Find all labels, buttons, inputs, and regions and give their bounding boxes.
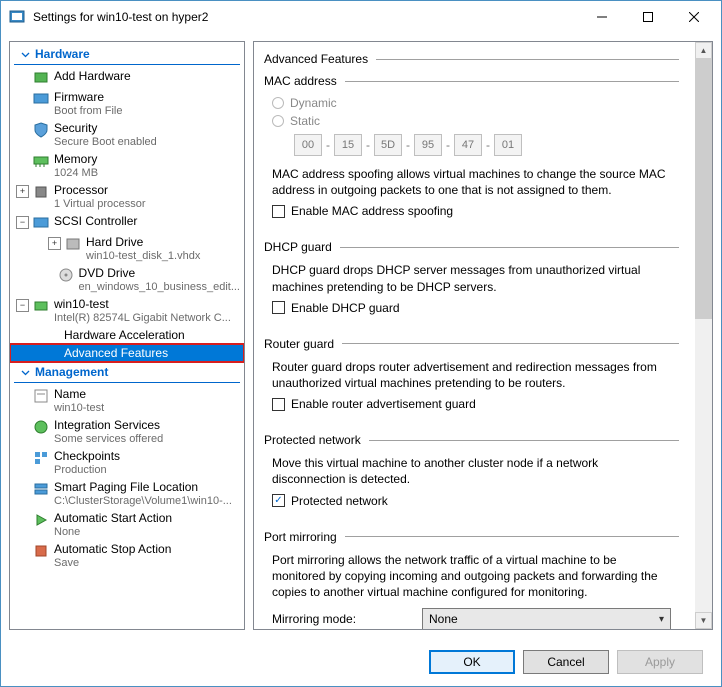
panel-title: Advanced Features [264,52,376,66]
item-hardware-acceleration[interactable]: Hardware Acceleration [10,326,244,344]
mac-byte-5: 01 [494,134,522,156]
collapse-node-icon[interactable]: − [16,299,29,312]
expand-icon[interactable]: + [16,185,29,198]
content-area: Hardware Add Hardware FirmwareBoot from … [1,33,721,638]
mirror-mode-select[interactable]: None [422,608,671,629]
apply-button: Apply [617,650,703,674]
item-memory[interactable]: Memory1024 MB [10,150,244,181]
radio-icon [272,115,284,127]
checkbox-icon [272,301,285,314]
details-panel: Advanced Features MAC address Dynamic St… [253,41,713,630]
item-add-hardware[interactable]: Add Hardware [10,67,244,88]
mac-byte-0: 00 [294,134,322,156]
item-security[interactable]: SecuritySecure Boot enabled [10,119,244,150]
item-integration-services[interactable]: Integration ServicesSome services offere… [10,416,244,447]
titlebar: Settings for win10-test on hyper2 [1,1,721,33]
item-auto-stop[interactable]: Automatic Stop ActionSave [10,540,244,571]
portmirror-desc: Port mirroring allows the network traffi… [272,552,671,601]
collapse-node-icon[interactable]: − [16,216,29,229]
collapse-icon [20,367,31,378]
checkpoint-icon [33,450,49,466]
add-hardware-icon [33,70,49,86]
name-icon [33,388,49,404]
collapse-icon [20,49,31,60]
dhcp-desc: DHCP guard drops DHCP server messages fr… [272,262,671,294]
radio-mac-static: Static [272,114,671,128]
mac-desc: MAC address spoofing allows virtual mach… [272,166,671,198]
close-button[interactable] [671,2,717,32]
mac-byte-3: 95 [414,134,442,156]
item-checkpoints[interactable]: CheckpointsProduction [10,447,244,478]
hdd-icon [65,236,81,252]
group-router-title: Router guard [264,337,342,351]
group-dhcp-title: DHCP guard [264,240,340,254]
window-title: Settings for win10-test on hyper2 [33,10,579,24]
firmware-icon [33,91,49,107]
minimize-button[interactable] [579,2,625,32]
dvd-icon [58,267,74,283]
radio-mac-dynamic: Dynamic [272,96,671,110]
group-portmirror-title: Port mirroring [264,530,345,544]
mac-bytes-row: 00- 15- 5D- 95- 47- 01 [294,134,671,156]
maximize-button[interactable] [625,2,671,32]
scrollbar[interactable]: ▲ ▼ [695,42,712,629]
group-mac-title: MAC address [264,74,345,88]
section-management[interactable]: Management [14,362,240,383]
mac-byte-2: 5D [374,134,402,156]
scroll-thumb[interactable] [695,59,712,319]
expand-icon[interactable]: + [48,237,61,250]
checkbox-icon [272,398,285,411]
memory-icon [33,153,49,169]
mirror-mode-label: Mirroring mode: [272,612,422,626]
ok-button[interactable]: OK [429,650,515,674]
check-dhcp-guard[interactable]: Enable DHCP guard [272,301,671,315]
controller-icon [33,215,49,231]
cancel-button[interactable]: Cancel [523,650,609,674]
mac-byte-1: 15 [334,134,362,156]
router-desc: Router guard drops router advertisement … [272,359,671,391]
item-dvd-drive[interactable]: DVD Driveen_windows_10_business_edit... [10,264,244,295]
section-hardware-label: Hardware [35,47,90,61]
panel-title-row: Advanced Features [264,52,679,66]
item-auto-start[interactable]: Automatic Start ActionNone [10,509,244,540]
autostop-icon [33,543,49,559]
scroll-down-icon[interactable]: ▼ [695,612,712,629]
settings-window: Settings for win10-test on hyper2 Hardwa… [0,0,722,687]
item-network-adapter[interactable]: − win10-testIntel(R) 82574L Gigabit Netw… [10,295,244,326]
settings-sidebar[interactable]: Hardware Add Hardware FirmwareBoot from … [9,41,245,630]
group-protected-title: Protected network [264,433,369,447]
mac-byte-4: 47 [454,134,482,156]
paging-icon [33,481,49,497]
dialog-footer: OK Cancel Apply [1,638,721,686]
checkbox-icon [272,205,285,218]
mirror-mode-value: None [429,612,458,626]
nic-icon [33,298,49,314]
app-icon [9,9,25,25]
checkbox-checked-icon: ✓ [272,494,285,507]
item-hard-drive[interactable]: + Hard Drivewin10-test_disk_1.vhdx [10,233,244,264]
item-smart-paging[interactable]: Smart Paging File LocationC:\ClusterStor… [10,478,244,509]
item-scsi-controller[interactable]: − SCSI Controller [10,212,244,233]
section-hardware[interactable]: Hardware [14,44,240,65]
protected-desc: Move this virtual machine to another clu… [272,455,671,487]
shield-icon [33,122,49,138]
section-management-label: Management [35,365,108,379]
check-router-guard[interactable]: Enable router advertisement guard [272,397,671,411]
cpu-icon [33,184,49,200]
item-firmware[interactable]: FirmwareBoot from File [10,88,244,119]
item-processor[interactable]: + Processor1 Virtual processor [10,181,244,212]
check-protected-network[interactable]: ✓ Protected network [272,494,671,508]
check-mac-spoofing[interactable]: Enable MAC address spoofing [272,204,671,218]
radio-icon [272,97,284,109]
item-name[interactable]: Namewin10-test [10,385,244,416]
scroll-up-icon[interactable]: ▲ [695,42,712,59]
integration-icon [33,419,49,435]
autostart-icon [33,512,49,528]
item-advanced-features[interactable]: Advanced Features [10,344,244,362]
